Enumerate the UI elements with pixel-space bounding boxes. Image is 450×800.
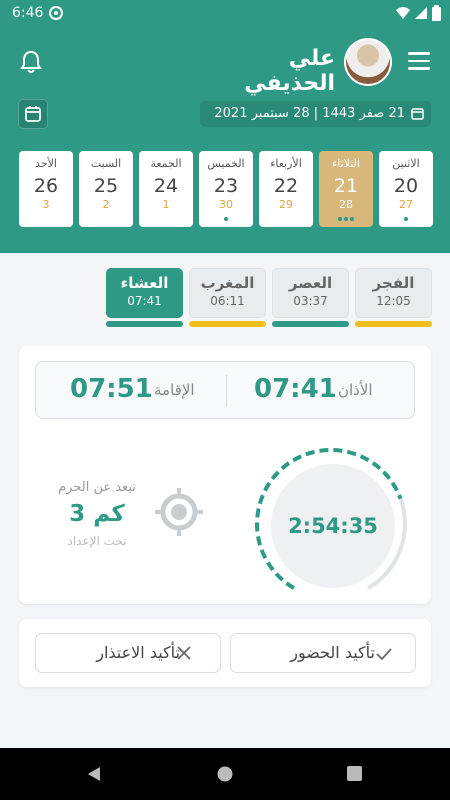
adhan-label: الأذان bbox=[338, 381, 373, 399]
day-name: الخميس bbox=[207, 157, 245, 170]
distance-title: تبعد عن الحرم bbox=[58, 480, 136, 495]
confirm-excuse-button[interactable]: تأكيد الاعتذار bbox=[35, 633, 221, 673]
hijri-day: 29 bbox=[279, 198, 293, 211]
date-text: 21 صفر 1443 | 28 سبتمبر 2021 bbox=[214, 106, 405, 121]
wifi-icon bbox=[395, 5, 411, 25]
event-dot bbox=[344, 217, 348, 221]
day-name: الأربعاء bbox=[270, 157, 302, 170]
status-time: 6:46 bbox=[12, 5, 44, 21]
confirm-attendance-label: تأكيد الحضور bbox=[290, 643, 375, 662]
prayer-status-bar bbox=[355, 321, 432, 327]
prayer-name: العصر bbox=[288, 274, 333, 292]
iqama-label: الإقامة bbox=[154, 381, 195, 399]
user-name: علي الحذيفي bbox=[244, 46, 335, 96]
day-number: 25 bbox=[93, 175, 119, 197]
day-number: 20 bbox=[393, 175, 419, 197]
prayer-time: 12:05 bbox=[376, 294, 411, 308]
sync-icon bbox=[48, 5, 64, 25]
close-icon bbox=[176, 645, 192, 665]
hijri-day: 2 bbox=[102, 198, 110, 211]
day-number: 23 bbox=[213, 175, 239, 197]
menu-icon[interactable] bbox=[408, 52, 430, 75]
prayer-time: 07:41 bbox=[127, 294, 162, 308]
adhan-time: 07:41 bbox=[254, 374, 337, 404]
confirm-excuse-label: تأكيد الاعتذار bbox=[96, 643, 180, 662]
prayer-status-bar bbox=[189, 321, 266, 327]
day-number: 24 bbox=[153, 175, 179, 197]
attendance-actions: تأكيد الحضور تأكيد الاعتذار bbox=[19, 619, 431, 687]
prayer-time: 03:37 bbox=[293, 294, 328, 308]
calendar-icon bbox=[25, 106, 41, 122]
avatar[interactable] bbox=[344, 38, 392, 86]
day-number: 21 bbox=[333, 175, 359, 197]
notification-bell-icon[interactable] bbox=[20, 50, 42, 78]
day-name: الثلاثاء bbox=[332, 157, 360, 170]
signal-icon bbox=[414, 5, 428, 25]
prayer-name: المغرب bbox=[200, 274, 255, 292]
battery-icon bbox=[432, 5, 441, 25]
home-icon[interactable] bbox=[217, 766, 233, 786]
target-icon[interactable] bbox=[153, 486, 205, 542]
distance-subtitle: تحت الإعداد bbox=[67, 534, 127, 548]
hijri-day: 1 bbox=[162, 198, 170, 211]
event-dot bbox=[404, 217, 408, 221]
event-dots bbox=[199, 206, 253, 225]
day-name: الأحد bbox=[35, 157, 57, 170]
prayer-tabs: الفجر 12:05 العصر 03:37 المغرب 06:11 العشاء 07:… bbox=[104, 268, 432, 330]
date-display: 21 صفر 1443 | 28 سبتمبر 2021 bbox=[200, 101, 431, 127]
event-dots bbox=[379, 206, 433, 225]
day-card[interactable]: الثلاثاء 21 28 bbox=[319, 151, 373, 227]
day-name: الاثنين bbox=[392, 157, 420, 170]
prayer-name: العشاء bbox=[120, 274, 169, 292]
prayer-tab[interactable]: العشاء 07:41 bbox=[106, 268, 183, 318]
prayer-name: الفجر bbox=[372, 274, 415, 292]
event-dot bbox=[338, 217, 342, 221]
prayer-times-box: الأذان 07:41 الإقامة 07:51 bbox=[35, 361, 415, 419]
day-card[interactable]: الخميس 23 30 bbox=[199, 151, 253, 227]
prayer-status-bar bbox=[106, 321, 183, 327]
confirm-attendance-button[interactable]: تأكيد الحضور bbox=[230, 633, 416, 673]
day-name: السبت bbox=[90, 157, 122, 170]
day-number: 22 bbox=[273, 175, 299, 197]
prayer-status-bar bbox=[272, 321, 349, 327]
back-icon[interactable] bbox=[86, 766, 102, 786]
calendar-small-icon bbox=[410, 106, 425, 125]
iqama-time: 07:51 bbox=[70, 374, 153, 404]
day-card[interactable]: الأربعاء 22 29 bbox=[259, 151, 313, 227]
day-name: الجمعة bbox=[150, 157, 182, 170]
day-card[interactable]: الجمعة 24 1 bbox=[139, 151, 193, 227]
day-number: 26 bbox=[33, 175, 59, 197]
prayer-tab[interactable]: المغرب 06:11 bbox=[189, 268, 266, 318]
day-card[interactable]: السبت 25 2 bbox=[79, 151, 133, 227]
event-dots bbox=[319, 206, 373, 225]
system-nav-bar bbox=[0, 748, 450, 800]
day-card[interactable]: الاثنين 20 27 bbox=[379, 151, 433, 227]
prayer-tab[interactable]: الفجر 12:05 bbox=[355, 268, 432, 318]
prayer-time: 06:11 bbox=[210, 294, 245, 308]
prayer-tab[interactable]: العصر 03:37 bbox=[272, 268, 349, 318]
calendar-button[interactable] bbox=[18, 99, 48, 129]
recents-icon[interactable] bbox=[347, 766, 362, 785]
prayer-card: الأذان 07:41 الإقامة 07:51 تبعد عن الحرم… bbox=[19, 346, 431, 604]
day-card[interactable]: الأحد 26 3 bbox=[19, 151, 73, 227]
hijri-day: 3 bbox=[42, 198, 50, 211]
countdown-timer: 2:54:35 bbox=[271, 464, 395, 588]
check-icon bbox=[375, 645, 393, 667]
distance-value: 3 كم bbox=[69, 501, 125, 527]
event-dot bbox=[350, 217, 354, 221]
status-bar: 6:46 bbox=[0, 0, 450, 28]
event-dot bbox=[224, 217, 228, 221]
day-selector: الاثنين 20 27 الثلاثاء 21 28 الأربعاء 22 29 الخمي… bbox=[17, 151, 433, 227]
